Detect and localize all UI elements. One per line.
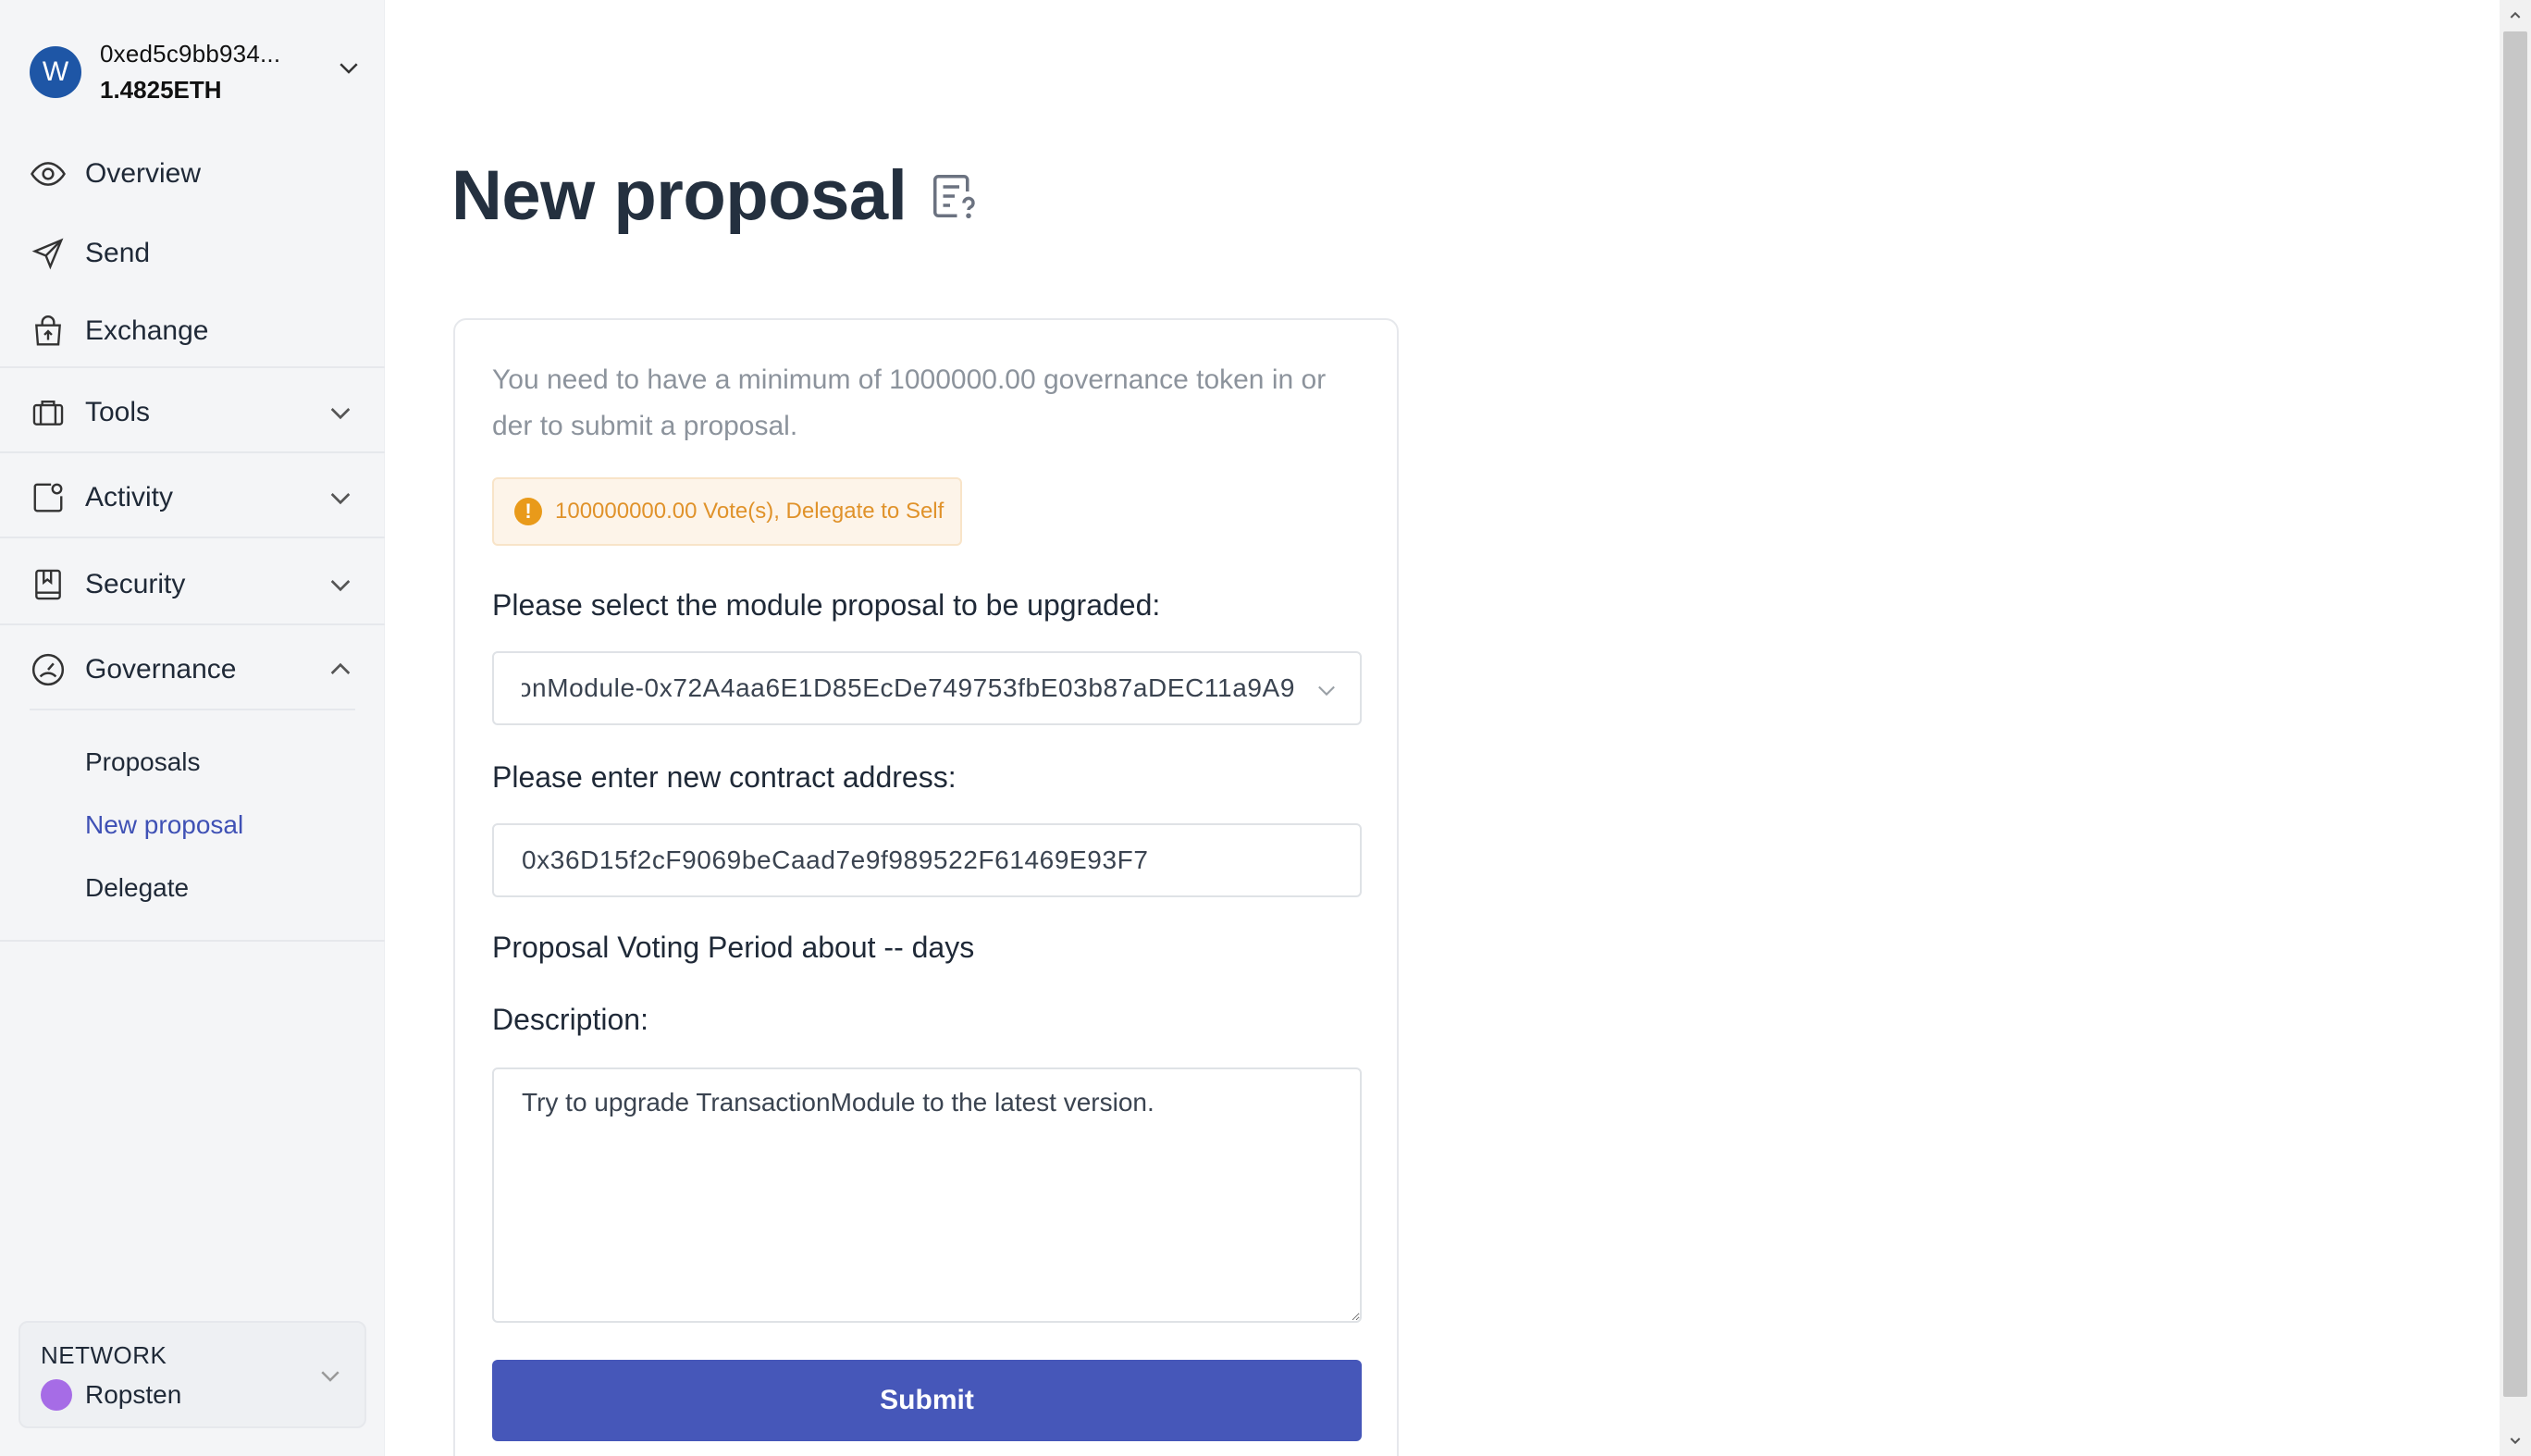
sidebar-item-send[interactable]: Send [0,216,385,290]
voting-period-text: Proposal Voting Period about -- days [492,931,975,964]
account-switcher[interactable]: W 0xed5c9bb934... 1.4825ETH [30,33,363,111]
proposal-form-card: You need to have a minimum of 1000000.00… [453,318,1399,1456]
chevron-down-icon [1318,685,1335,697]
divider [30,709,355,710]
network-status-dot [41,1379,72,1411]
chevron-down-icon [330,408,351,420]
page-header: New proposal [451,155,982,236]
scrollbar[interactable] [2500,0,2531,1456]
sidebar-item-label: Tools [85,397,151,427]
sidebar-item-overview[interactable]: Overview [0,137,385,211]
address-label: Please enter new contract address: [492,760,957,794]
account-info: 0xed5c9bb934... 1.4825ETH [100,40,363,105]
network-row: Ropsten [41,1379,344,1411]
sidebar-subitem-delegate[interactable]: Delegate [85,873,189,903]
submit-button[interactable]: Submit [492,1360,1362,1441]
scroll-thumb[interactable] [2503,31,2527,1397]
sidebar-item-tools[interactable]: Tools [0,376,385,450]
sidebar-item-label: Activity [85,482,174,512]
avatar: W [30,46,81,98]
intro-text: You need to have a minimum of 1000000.00… [492,364,1327,441]
sidebar-item-governance[interactable]: Governance [0,633,385,707]
module-select-value: TransactionModule-0x72A4aa6E1D85EcDe7497… [522,673,1295,702]
module-label: Please select the module proposal to be … [492,588,1161,622]
scroll-down-icon[interactable] [2500,1425,2531,1456]
sidebar-item-security[interactable]: Security [0,548,385,622]
sidebar-item-label: Overview [85,158,202,189]
sidebar-item-label: Security [85,569,186,599]
description-textarea[interactable]: Try to upgrade TransactionModule to the … [492,1067,1362,1323]
network-selector[interactable]: NETWORK Ropsten [19,1321,366,1428]
sidebar-subitem-new-proposal[interactable]: New proposal [85,810,243,840]
module-select[interactable]: TransactionModule-0x72A4aa6E1D85EcDe7497… [492,651,1362,725]
sidebar-item-label: Send [85,238,151,268]
sidebar-item-label: Governance [85,654,237,685]
shopping-bag-icon [30,313,67,350]
page-title: New proposal [451,156,907,235]
send-icon [30,235,67,272]
network-name: Ropsten [85,1380,182,1409]
exclamation-icon: ! [514,498,542,525]
chevron-down-icon [330,580,351,592]
sidebar-subitem-proposals[interactable]: Proposals [85,747,201,777]
sidebar: W 0xed5c9bb934... 1.4825ETH Overview Sen… [0,0,385,1456]
chevron-down-icon [321,1371,340,1382]
divider [0,451,385,453]
network-label: NETWORK [41,1341,167,1369]
sidebar-item-exchange[interactable]: Exchange [0,294,385,368]
sidebar-item-activity[interactable]: Activity [0,461,385,535]
chevron-down-icon [330,493,351,505]
account-address: 0xed5c9bb934... [100,40,281,68]
toolbox-icon [30,394,67,431]
divider [0,940,385,942]
account-balance: 1.4825ETH [100,76,222,104]
document-question-icon[interactable] [927,168,982,224]
divider [0,366,385,368]
chevron-up-icon [330,662,351,674]
divider [0,623,385,625]
votes-alert: ! 100000000.00 Vote(s), Delegate to Self [492,477,962,546]
book-icon [30,566,67,603]
activity-icon [30,479,67,516]
chevron-down-icon[interactable] [335,54,363,81]
description-label: Description: [492,1003,648,1036]
divider [0,537,385,538]
contract-address-input[interactable] [492,823,1362,897]
eye-icon [30,155,67,192]
votes-alert-text[interactable]: 100000000.00 Vote(s), Delegate to Self [555,499,944,524]
scroll-up-icon[interactable] [2500,0,2531,31]
gauge-icon [30,651,67,688]
sidebar-item-label: Exchange [85,315,209,346]
